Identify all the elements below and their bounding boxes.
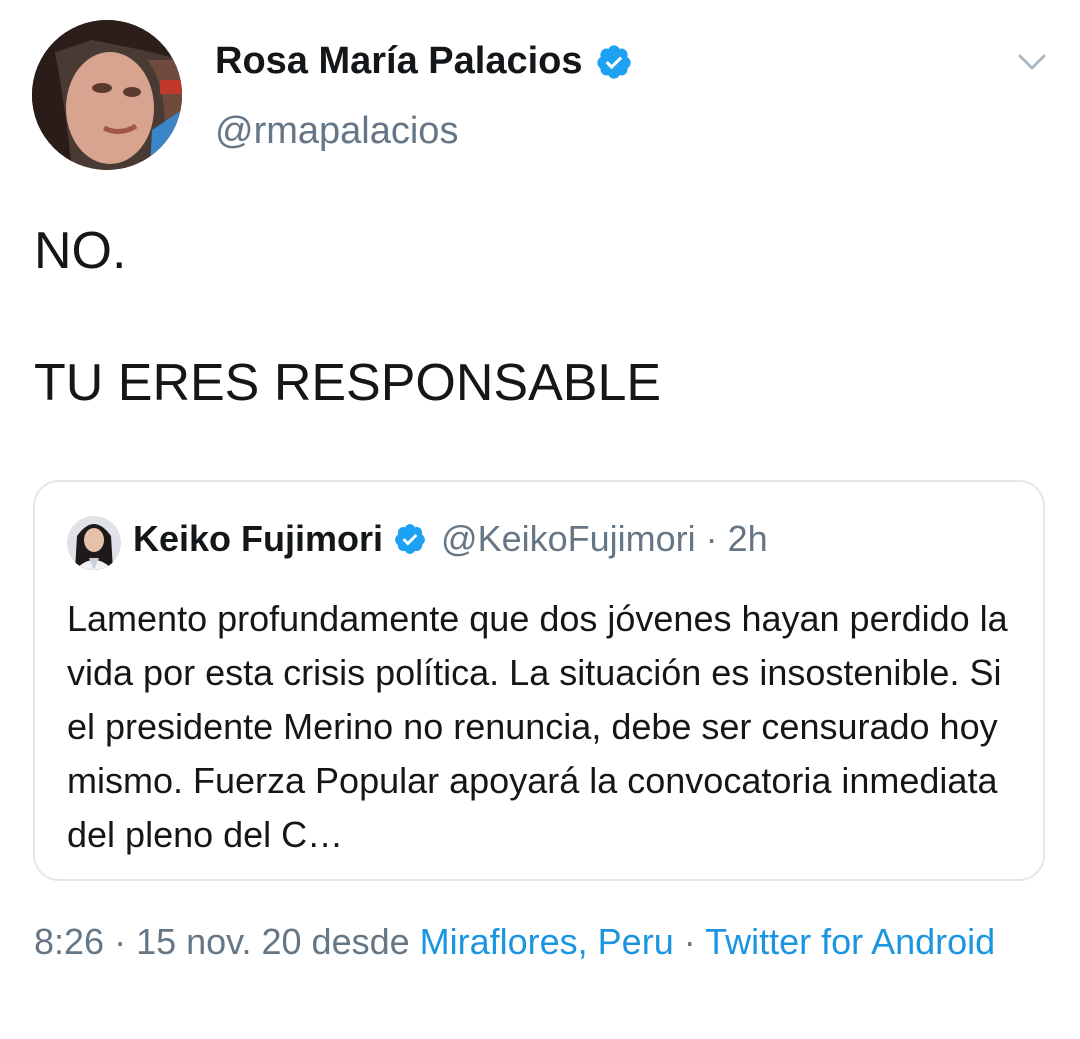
author-name-text: Rosa María Palacios	[215, 40, 583, 82]
source-link[interactable]: Twitter for Android	[705, 921, 995, 962]
chevron-down-icon[interactable]	[1012, 46, 1052, 78]
quoted-author-avatar	[67, 516, 121, 570]
quoted-author-handle[interactable]: @KeikoFujimori	[441, 518, 696, 560]
tweet-metadata: 8:26 · 15 nov. 20 desde Miraflores, Peru…	[34, 915, 1044, 969]
separator-dot: ·	[673, 921, 706, 962]
from-label: desde	[301, 921, 420, 962]
tweet-date[interactable]: 15 nov. 20	[136, 921, 301, 962]
quoted-tweet-card[interactable]: Keiko Fujimori @KeikoFujimori · 2h Lamen…	[33, 480, 1045, 881]
tweet-time[interactable]: 8:26	[34, 921, 104, 962]
author-avatar[interactable]	[32, 20, 182, 170]
verified-badge-icon	[595, 43, 633, 81]
quoted-tweet-time[interactable]: 2h	[728, 518, 768, 560]
quoted-author-name[interactable]: Keiko Fujimori	[133, 518, 383, 560]
tweet-text: NO. TU ERES RESPONSABLE	[34, 222, 662, 412]
author-handle[interactable]: @rmapalacios	[215, 110, 458, 153]
verified-badge-icon	[393, 522, 427, 556]
author-display-name[interactable]: Rosa María Palacios	[215, 40, 633, 83]
quoted-tweet-header: Keiko Fujimori @KeikoFujimori · 2h	[133, 518, 768, 560]
quoted-tweet-text: Lamento profundamente que dos jóvenes ha…	[67, 598, 1008, 855]
separator-dot: ·	[104, 921, 137, 962]
location-link[interactable]: Miraflores, Peru	[420, 921, 674, 962]
separator-dot: ·	[705, 518, 718, 559]
